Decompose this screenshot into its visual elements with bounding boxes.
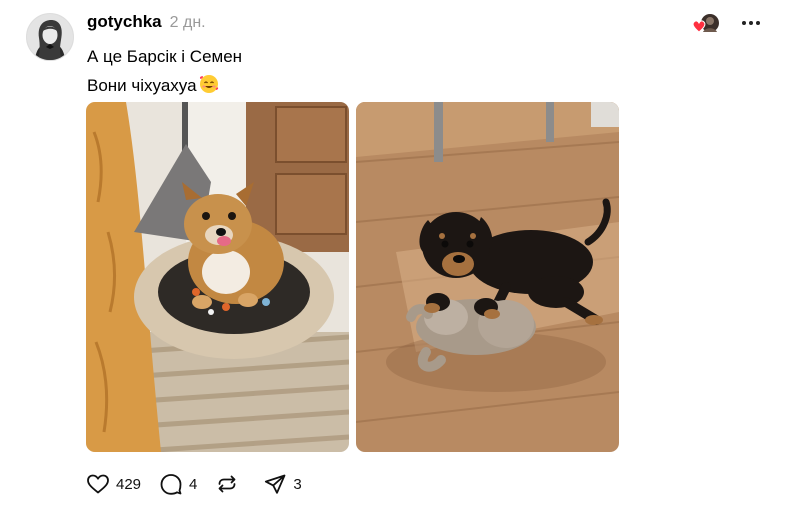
post-caption: А це Барсік і Семен Вони чіхуахуа [87,42,242,100]
like-button[interactable]: 429 [86,472,141,496]
comment-count: 4 [189,475,198,493]
comment-icon [160,474,182,495]
more-icon [742,21,760,25]
author-avatar[interactable] [26,13,74,61]
comment-button[interactable]: 4 [159,472,197,496]
username-link[interactable]: gotychka [87,12,162,32]
photo-chihuahua-bed [86,102,349,452]
photo-puppy-floor [356,102,619,452]
heart-icon [87,474,109,494]
share-button[interactable]: 3 [263,472,302,496]
repost-button[interactable] [215,472,245,496]
post-actions-bar: 429 4 3 [86,470,320,498]
like-count: 429 [116,475,142,493]
heart-badge-icon [692,20,706,33]
caption-line-1: А це Барсік і Семен [87,47,243,66]
caption-line-2: Вони чіхуахуа [87,71,242,100]
more-options-button[interactable] [737,11,765,35]
avatar-image [27,14,73,60]
post-header: gotychka 2 дн. [87,12,206,34]
liked-by-icons [692,14,719,33]
post-photo-1[interactable] [86,102,349,452]
post-timestamp[interactable]: 2 дн. [170,14,206,32]
smiling-face-with-hearts-icon [199,74,219,103]
repost-icon [218,475,236,493]
caption-line-2-text: Вони чіхуахуа [87,76,197,95]
liked-by-indicator[interactable] [691,12,721,36]
share-count: 3 [293,475,302,493]
post-photo-2[interactable] [356,102,619,452]
send-icon [265,474,286,494]
